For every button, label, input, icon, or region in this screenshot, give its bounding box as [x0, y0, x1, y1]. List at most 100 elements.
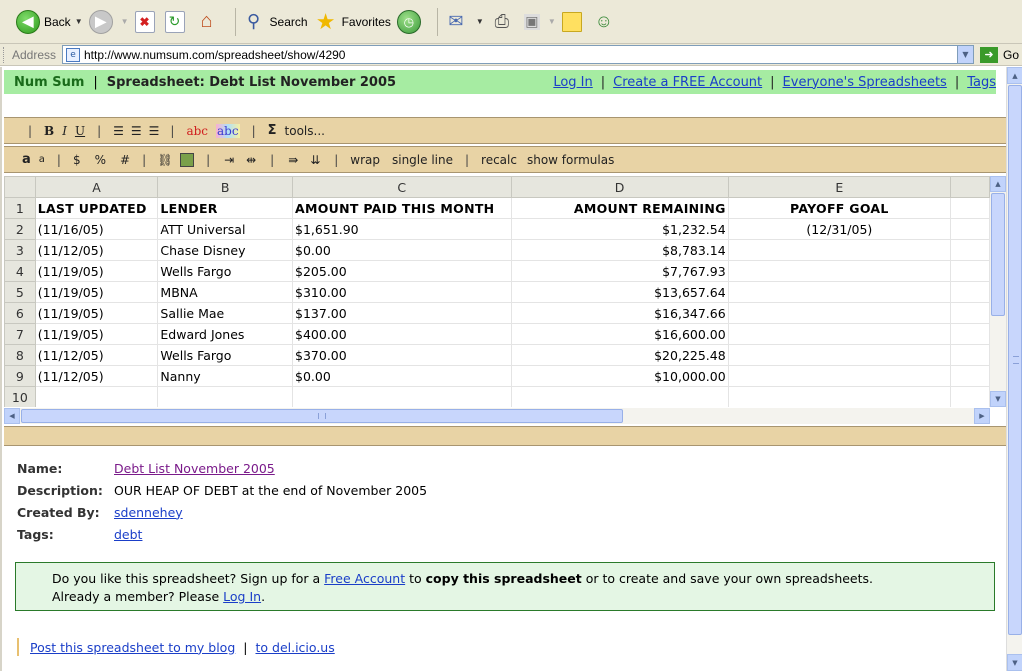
table-cell[interactable]: $0.00 [292, 365, 512, 387]
messenger-button[interactable]: ☺ [592, 4, 620, 40]
tags-link[interactable]: Tags [967, 75, 996, 90]
mail-button[interactable]: ✉ ▼ [444, 4, 484, 40]
table-cell[interactable]: Wells Fargo [157, 344, 294, 366]
table-cell[interactable] [727, 260, 952, 282]
table-cell[interactable] [727, 344, 952, 366]
row-number[interactable]: 3 [4, 239, 36, 261]
table-cell[interactable]: $1,651.90 [292, 218, 512, 240]
table-cell[interactable]: $8,783.14 [510, 239, 729, 261]
search-button[interactable]: ⚲ Search [242, 4, 308, 40]
forward-button[interactable]: ▶ ▼ [88, 4, 129, 40]
image-icon[interactable] [180, 152, 195, 167]
tools-menu[interactable]: tools... [285, 124, 325, 138]
table-cell[interactable] [950, 218, 990, 240]
column-header-c[interactable]: C [292, 176, 512, 198]
table-cell[interactable]: (12/31/05) [727, 218, 952, 240]
favorites-button[interactable]: ★ Favorites [314, 4, 391, 40]
scroll-thumb[interactable] [21, 409, 623, 423]
chevron-down-icon[interactable]: ▼ [957, 46, 973, 63]
background-color-button[interactable]: abc [216, 123, 240, 138]
table-cell[interactable] [950, 197, 990, 219]
table-cell[interactable]: (11/16/05) [34, 218, 159, 240]
free-account-link[interactable]: Free Account [324, 571, 405, 586]
scroll-left-icon[interactable]: ◀ [4, 408, 20, 424]
table-cell[interactable]: (11/19/05) [34, 323, 159, 345]
address-input[interactable]: e http://www.numsum.com/spreadsheet/show… [62, 45, 974, 64]
table-cell[interactable]: AMOUNT PAID THIS MONTH [292, 197, 512, 219]
number-format-button[interactable]: # [120, 153, 130, 167]
font-smaller-button[interactable]: a [39, 154, 45, 165]
table-cell[interactable]: $16,347.66 [510, 302, 729, 324]
scroll-down-icon[interactable]: ▼ [990, 391, 1006, 407]
row-number[interactable]: 10 [4, 386, 36, 407]
everyones-spreadsheets-link[interactable]: Everyone's Spreadsheets [783, 75, 947, 90]
table-cell[interactable]: $7,767.93 [510, 260, 729, 282]
insert-column-icon[interactable]: ⇥ [222, 153, 236, 167]
login-link[interactable]: Log In [553, 75, 592, 90]
table-cell[interactable] [727, 239, 952, 261]
discuss-button[interactable] [561, 4, 586, 40]
table-cell[interactable]: Chase Disney [157, 239, 294, 261]
row-number[interactable]: 6 [4, 302, 36, 324]
table-cell[interactable]: Sallie Mae [157, 302, 294, 324]
delete-column-icon[interactable]: ⇹ [244, 153, 258, 167]
table-cell[interactable] [950, 386, 990, 407]
align-left-icon[interactable]: ☰ [113, 124, 124, 138]
table-cell[interactable]: $1,232.54 [510, 218, 729, 240]
address-url[interactable]: http://www.numsum.com/spreadsheet/show/4… [84, 48, 957, 62]
mail-dropdown-icon[interactable]: ▼ [476, 17, 484, 26]
row-number[interactable]: 8 [4, 344, 36, 366]
brand-name[interactable]: Num Sum [14, 75, 84, 90]
login-link[interactable]: Log In [223, 589, 261, 604]
column-header-d[interactable]: D [510, 176, 729, 198]
forward-dropdown-icon[interactable]: ▼ [121, 17, 129, 26]
bold-button[interactable]: B [44, 124, 54, 138]
edit-button[interactable]: ▣ ▼ [523, 4, 556, 40]
table-cell[interactable]: (11/19/05) [34, 260, 159, 282]
align-right-icon[interactable]: ☰ [149, 124, 160, 138]
table-cell[interactable] [950, 260, 990, 282]
column-header-a[interactable]: A [34, 176, 159, 198]
table-cell[interactable] [950, 344, 990, 366]
table-cell[interactable] [727, 365, 952, 387]
grid-horizontal-scrollbar[interactable]: ◀ ▶ [4, 408, 990, 424]
table-cell[interactable]: (11/12/05) [34, 365, 159, 387]
scroll-thumb[interactable] [991, 193, 1005, 316]
row-number[interactable]: 4 [4, 260, 36, 282]
table-cell[interactable] [292, 386, 512, 407]
go-button[interactable]: ➜ Go [980, 46, 1019, 63]
table-cell[interactable] [510, 386, 729, 407]
table-cell[interactable] [950, 323, 990, 345]
table-cell[interactable]: $205.00 [292, 260, 512, 282]
percent-format-button[interactable]: % [95, 153, 106, 167]
table-cell[interactable] [727, 281, 952, 303]
history-button[interactable]: ◷ [396, 4, 425, 40]
print-button[interactable]: ⎙ [490, 4, 518, 40]
table-cell[interactable]: ATT Universal [157, 218, 294, 240]
align-center-icon[interactable]: ☰ [131, 124, 142, 138]
recalc-button[interactable]: recalc [481, 153, 517, 167]
column-header-f[interactable] [950, 176, 990, 198]
currency-format-button[interactable]: $ [73, 153, 81, 167]
stop-button[interactable]: ✖ [134, 4, 159, 40]
table-cell[interactable]: $10,000.00 [510, 365, 729, 387]
back-dropdown-icon[interactable]: ▼ [75, 17, 83, 26]
single-line-button[interactable]: single line [392, 153, 453, 167]
create-account-link[interactable]: Create a FREE Account [613, 75, 762, 90]
scroll-down-icon[interactable]: ▼ [1007, 654, 1022, 671]
column-header-b[interactable]: B [157, 176, 294, 198]
back-button[interactable]: ◀ Back ▼ [16, 4, 83, 40]
table-cell[interactable]: PAYOFF GOAL [727, 197, 952, 219]
table-cell[interactable] [950, 239, 990, 261]
table-cell[interactable]: Wells Fargo [157, 260, 294, 282]
author-link[interactable]: sdennehey [114, 505, 183, 520]
insert-row-icon[interactable]: ⇛ [286, 153, 300, 167]
table-cell[interactable]: $400.00 [292, 323, 512, 345]
table-cell[interactable] [157, 386, 294, 407]
refresh-button[interactable]: ↻ [164, 4, 189, 40]
scroll-thumb[interactable] [1008, 85, 1022, 635]
table-cell[interactable]: AMOUNT REMAINING [510, 197, 729, 219]
table-cell[interactable]: $0.00 [292, 239, 512, 261]
table-cell[interactable]: Edward Jones [157, 323, 294, 345]
delicious-link[interactable]: to del.icio.us [255, 640, 334, 655]
